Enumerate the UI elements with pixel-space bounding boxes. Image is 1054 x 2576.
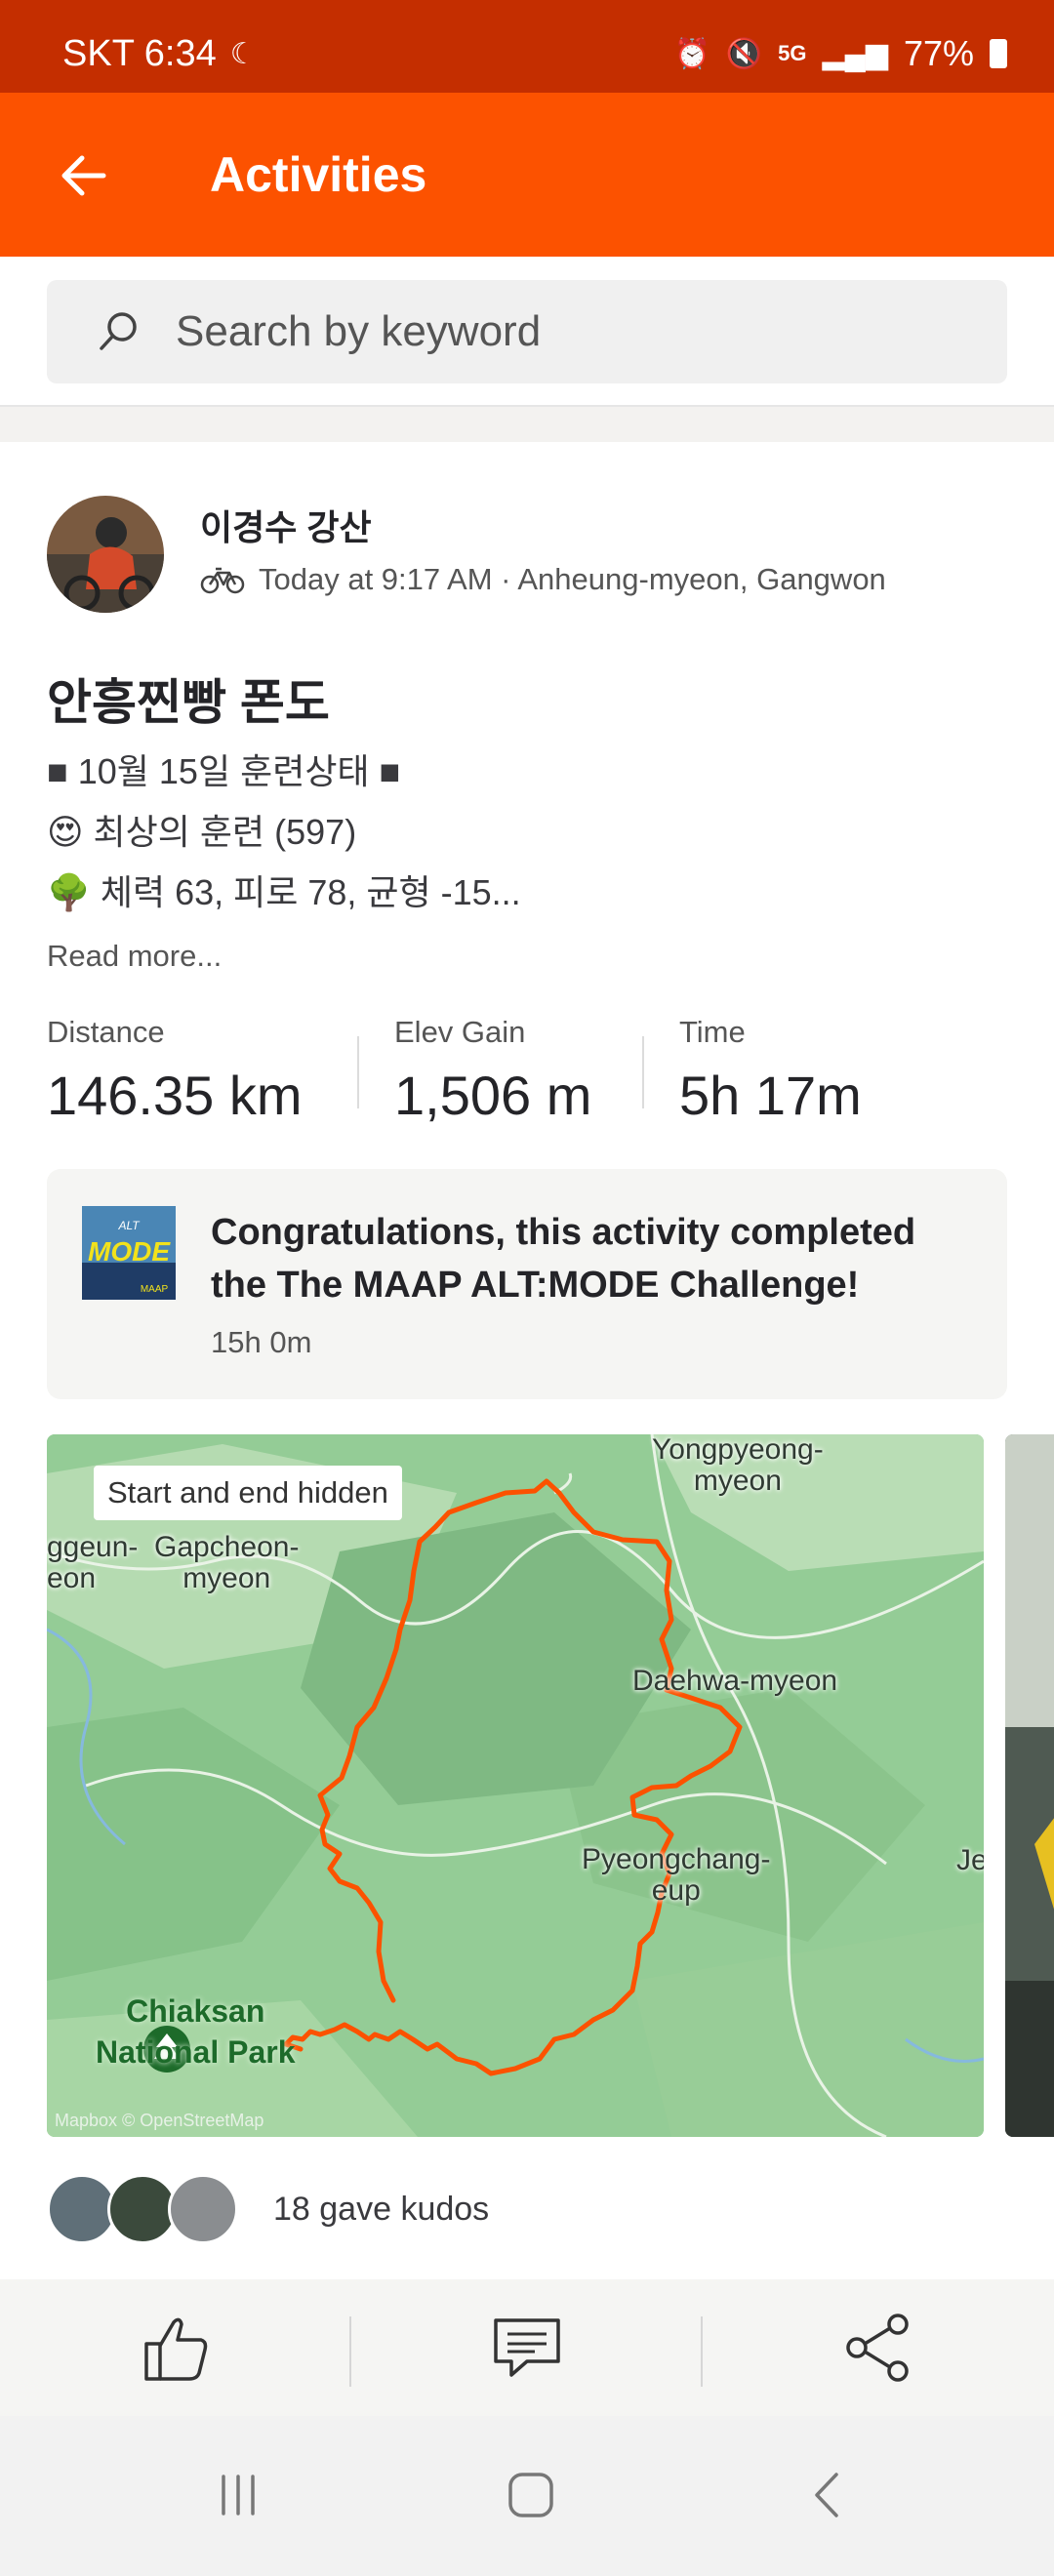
stat-value: 5h 17m bbox=[679, 1065, 862, 1126]
status-right: ⏰ 🔇 5G ▂▄▆ 77% bbox=[673, 33, 1007, 74]
description-line: 😍 최상의 훈련 (597) bbox=[47, 812, 357, 852]
mute-icon: 🔇 bbox=[725, 37, 763, 70]
kudo-avatar bbox=[168, 2174, 238, 2244]
avatar-photo bbox=[47, 496, 164, 613]
page-title: Activities bbox=[210, 147, 427, 202]
map-label: Je bbox=[956, 1844, 984, 1876]
read-more-link[interactable]: Read more... bbox=[47, 939, 222, 974]
search-box[interactable] bbox=[47, 280, 1007, 383]
comment-icon bbox=[494, 2318, 560, 2377]
route-map[interactable]: Start and end hidden Yongpyeong- myeon G… bbox=[47, 1434, 984, 2137]
map-label: Yongpyeong- myeon bbox=[652, 1434, 824, 1497]
stat-distance: Distance 146.35 km bbox=[47, 1015, 303, 1127]
battery-percent: 77% bbox=[903, 33, 974, 73]
stat-label: Time bbox=[679, 1015, 746, 1049]
home-icon bbox=[508, 2473, 553, 2517]
kudos-button[interactable] bbox=[132, 2307, 220, 2389]
chevron-left-icon bbox=[815, 2473, 838, 2517]
map-label: Gapcheon- myeon bbox=[154, 1531, 300, 1594]
comment-button[interactable] bbox=[483, 2307, 571, 2389]
arrow-left-icon bbox=[61, 155, 106, 196]
challenge-card[interactable]: ALT MODE MAAP Congratulations, this acti… bbox=[47, 1169, 1007, 1399]
action-bar bbox=[0, 2279, 1054, 2416]
challenge-time: 15h 0m bbox=[211, 1325, 312, 1359]
description-line: ■ 10월 15일 훈련상태 ■ bbox=[47, 751, 401, 791]
activity-photo-peek[interactable] bbox=[1005, 1434, 1054, 2137]
activity-title[interactable]: 안흥찐빵 폰도 bbox=[47, 664, 330, 734]
status-carrier-time: SKT 6:34 bbox=[62, 33, 217, 74]
stat-divider bbox=[357, 1036, 359, 1108]
back-button[interactable] bbox=[49, 141, 117, 210]
app-header: Activities bbox=[0, 93, 1054, 257]
action-divider bbox=[349, 2316, 351, 2387]
status-left: SKT 6:34 ☾ bbox=[62, 33, 257, 75]
badge-main-text: MODE bbox=[88, 1236, 171, 1267]
athlete-avatar[interactable] bbox=[47, 496, 164, 613]
photo-thumbnail bbox=[1005, 1434, 1054, 2137]
badge-top-text: ALT bbox=[117, 1219, 141, 1232]
signal-icon: ▂▄▆ bbox=[822, 37, 888, 70]
bike-icon bbox=[200, 567, 245, 594]
map-label: Daehwa-myeon bbox=[632, 1665, 838, 1697]
description-line: 🌳 체력 63, 피로 78, 균형 -15... bbox=[47, 872, 521, 912]
challenge-text: Congratulations, this activity completed… bbox=[211, 1212, 916, 1306]
home-button[interactable] bbox=[492, 2461, 570, 2529]
park-label: Chiaksan National Park bbox=[96, 1993, 296, 2070]
kudos-count: 18 gave kudos bbox=[273, 2190, 490, 2228]
badge-foot-text: MAAP bbox=[141, 1284, 169, 1295]
recent-apps-icon bbox=[222, 2475, 255, 2516]
alarm-icon: ⏰ bbox=[673, 37, 710, 70]
battery-icon bbox=[990, 39, 1007, 68]
back-nav-button[interactable] bbox=[789, 2461, 867, 2529]
stat-value: 1,506 m bbox=[394, 1065, 592, 1126]
stat-elev-gain: Elev Gain 1,506 m bbox=[394, 1015, 591, 1127]
stat-label: Distance bbox=[47, 1015, 165, 1049]
map-label: ggeun- eon bbox=[47, 1531, 139, 1594]
map-privacy-chip: Start and end hidden bbox=[94, 1466, 402, 1520]
moon-icon: ☾ bbox=[229, 38, 257, 70]
section-divider bbox=[0, 405, 1054, 442]
stat-label: Elev Gain bbox=[394, 1015, 526, 1049]
5g-icon: 5G bbox=[778, 41, 807, 65]
activity-meta-text: Today at 9:17 AM · Anheung-myeon, Gangwo… bbox=[259, 562, 886, 596]
system-nav-bar bbox=[0, 2416, 1054, 2576]
search-icon bbox=[100, 312, 137, 350]
stat-value: 146.35 km bbox=[47, 1065, 303, 1126]
activity-meta: Today at 9:17 AM · Anheung-myeon, Gangwo… bbox=[200, 562, 886, 597]
search-section bbox=[0, 257, 1054, 405]
stat-time: Time 5h 17m bbox=[679, 1015, 862, 1127]
share-icon bbox=[846, 2314, 909, 2382]
status-bar: SKT 6:34 ☾ ⏰ 🔇 5G ▂▄▆ 77% bbox=[0, 0, 1054, 93]
kudos-row[interactable]: 18 gave kudos bbox=[47, 2172, 489, 2246]
recent-apps-button[interactable] bbox=[199, 2461, 277, 2529]
share-button[interactable] bbox=[834, 2307, 922, 2389]
action-divider bbox=[701, 2316, 703, 2387]
athlete-name[interactable]: 이경수 강산 bbox=[200, 500, 372, 550]
stat-divider bbox=[642, 1036, 644, 1108]
thumbs-up-icon bbox=[144, 2317, 208, 2381]
search-input[interactable] bbox=[176, 280, 976, 383]
challenge-badge-icon: ALT MODE MAAP bbox=[82, 1206, 176, 1300]
map-attribution: Mapbox © OpenStreetMap bbox=[55, 2111, 264, 2130]
map-label: Pyeongchang- eup bbox=[582, 1843, 771, 1907]
